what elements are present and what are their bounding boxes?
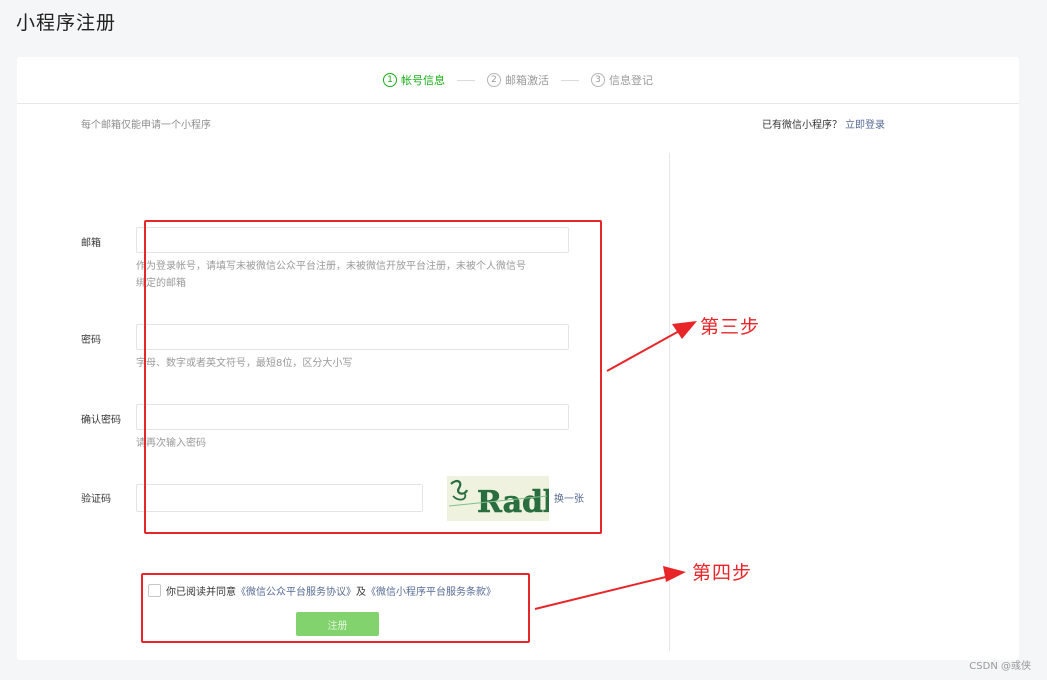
arrow-head-icon [672, 321, 697, 339]
watermark: CSDN @彧侠 [969, 661, 1031, 672]
step4-arrow [534, 573, 679, 610]
annotation-arrows [534, 321, 697, 610]
step3-annotation: 第三步 [700, 316, 761, 338]
arrow-head-icon [663, 566, 686, 582]
step4-annotation: 第四步 [692, 562, 753, 584]
